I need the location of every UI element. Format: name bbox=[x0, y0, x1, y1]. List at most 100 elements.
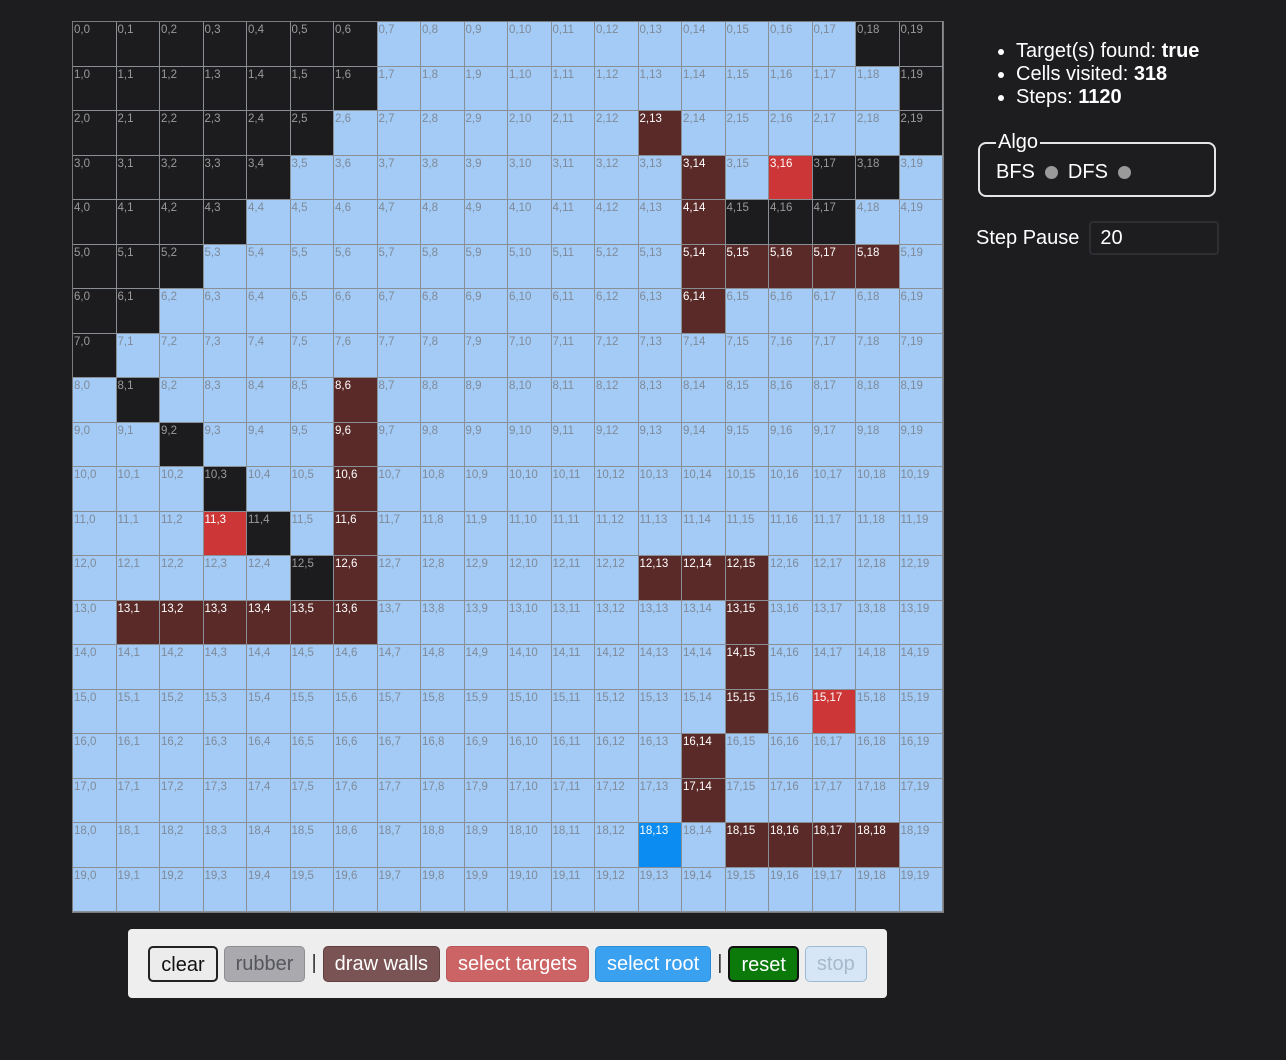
wall-cell[interactable]: 2,2 bbox=[160, 111, 204, 156]
path-cell[interactable]: 5,17 bbox=[812, 244, 856, 289]
grid-cell[interactable]: 4,8 bbox=[421, 200, 465, 245]
grid-cell[interactable]: 12,11 bbox=[551, 556, 595, 601]
grid-cell[interactable]: 14,11 bbox=[551, 645, 595, 690]
path-cell[interactable]: 12,6 bbox=[334, 556, 378, 601]
grid-cell[interactable]: 12,12 bbox=[595, 556, 639, 601]
grid-cell[interactable]: 11,0 bbox=[73, 511, 117, 556]
wall-cell[interactable]: 4,16 bbox=[769, 200, 813, 245]
grid-cell[interactable]: 17,0 bbox=[73, 778, 117, 823]
grid-cell[interactable]: 6,10 bbox=[508, 289, 552, 334]
grid-cell[interactable]: 16,18 bbox=[856, 734, 900, 779]
grid-cell[interactable]: 4,12 bbox=[595, 200, 639, 245]
grid-cell[interactable]: 18,14 bbox=[682, 823, 726, 868]
grid-cell[interactable]: 17,18 bbox=[856, 778, 900, 823]
grid-cell[interactable]: 17,2 bbox=[160, 778, 204, 823]
grid-cell[interactable]: 17,1 bbox=[116, 778, 160, 823]
wall-cell[interactable]: 6,1 bbox=[116, 289, 160, 334]
grid-cell[interactable]: 0,17 bbox=[812, 22, 856, 67]
grid-cell[interactable]: 4,5 bbox=[290, 200, 334, 245]
wall-cell[interactable]: 0,0 bbox=[73, 22, 117, 67]
grid-cell[interactable]: 2,6 bbox=[334, 111, 378, 156]
wall-cell[interactable]: 0,3 bbox=[203, 22, 247, 67]
grid-cell[interactable]: 12,17 bbox=[812, 556, 856, 601]
grid-cell[interactable]: 19,2 bbox=[160, 867, 204, 912]
grid-cell[interactable]: 1,10 bbox=[508, 66, 552, 111]
grid-cell[interactable]: 9,3 bbox=[203, 422, 247, 467]
grid-cell[interactable]: 19,17 bbox=[812, 867, 856, 912]
grid-cell[interactable]: 2,11 bbox=[551, 111, 595, 156]
grid-cell[interactable]: 11,16 bbox=[769, 511, 813, 556]
grid-cell[interactable]: 16,17 bbox=[812, 734, 856, 779]
grid-cell[interactable]: 7,10 bbox=[508, 333, 552, 378]
step-pause-input[interactable] bbox=[1089, 221, 1220, 255]
grid-cell[interactable]: 8,11 bbox=[551, 378, 595, 423]
grid-cell[interactable]: 5,6 bbox=[334, 244, 378, 289]
grid-cell[interactable]: 18,12 bbox=[595, 823, 639, 868]
wall-cell[interactable]: 3,18 bbox=[856, 155, 900, 200]
wall-cell[interactable]: 3,17 bbox=[812, 155, 856, 200]
grid-cell[interactable]: 9,17 bbox=[812, 422, 856, 467]
grid-cell[interactable]: 12,18 bbox=[856, 556, 900, 601]
grid-cell[interactable]: 10,1 bbox=[116, 467, 160, 512]
wall-cell[interactable]: 7,0 bbox=[73, 333, 117, 378]
grid-cell[interactable]: 19,7 bbox=[377, 867, 421, 912]
grid-cell[interactable]: 18,3 bbox=[203, 823, 247, 868]
path-cell[interactable]: 16,14 bbox=[682, 734, 726, 779]
grid-cell[interactable]: 1,12 bbox=[595, 66, 639, 111]
path-cell[interactable]: 18,17 bbox=[812, 823, 856, 868]
grid-cell[interactable]: 16,5 bbox=[290, 734, 334, 779]
grid-cell[interactable]: 18,0 bbox=[73, 823, 117, 868]
grid-cell[interactable]: 16,8 bbox=[421, 734, 465, 779]
grid-cell[interactable]: 6,11 bbox=[551, 289, 595, 334]
grid-cell[interactable]: 19,16 bbox=[769, 867, 813, 912]
grid-cell[interactable]: 7,2 bbox=[160, 333, 204, 378]
grid-cell[interactable]: 16,4 bbox=[247, 734, 291, 779]
grid-cell[interactable]: 14,12 bbox=[595, 645, 639, 690]
grid-cell[interactable]: 11,18 bbox=[856, 511, 900, 556]
path-cell[interactable]: 13,5 bbox=[290, 600, 334, 645]
grid-cell[interactable]: 15,0 bbox=[73, 689, 117, 734]
grid-cell[interactable]: 18,8 bbox=[421, 823, 465, 868]
grid-cell[interactable]: 15,5 bbox=[290, 689, 334, 734]
path-cell[interactable]: 12,15 bbox=[725, 556, 769, 601]
grid-cell[interactable]: 9,10 bbox=[508, 422, 552, 467]
grid-cell[interactable]: 6,18 bbox=[856, 289, 900, 334]
path-cell[interactable]: 8,6 bbox=[334, 378, 378, 423]
wall-cell[interactable]: 3,1 bbox=[116, 155, 160, 200]
grid-cell[interactable]: 8,14 bbox=[682, 378, 726, 423]
grid-cell[interactable]: 10,19 bbox=[899, 467, 943, 512]
grid-cell[interactable]: 4,13 bbox=[638, 200, 682, 245]
grid-cell[interactable]: 2,14 bbox=[682, 111, 726, 156]
grid-cell[interactable]: 1,8 bbox=[421, 66, 465, 111]
wall-cell[interactable]: 1,4 bbox=[247, 66, 291, 111]
grid-cell[interactable]: 17,16 bbox=[769, 778, 813, 823]
grid-cell[interactable]: 12,1 bbox=[116, 556, 160, 601]
grid-cell[interactable]: 18,2 bbox=[160, 823, 204, 868]
grid-cell[interactable]: 17,12 bbox=[595, 778, 639, 823]
grid-cell[interactable]: 16,12 bbox=[595, 734, 639, 779]
wall-cell[interactable]: 3,0 bbox=[73, 155, 117, 200]
grid-cell[interactable]: 17,6 bbox=[334, 778, 378, 823]
wall-cell[interactable]: 6,0 bbox=[73, 289, 117, 334]
grid-cell[interactable]: 18,7 bbox=[377, 823, 421, 868]
wall-cell[interactable]: 1,19 bbox=[899, 66, 943, 111]
grid-cell[interactable]: 11,13 bbox=[638, 511, 682, 556]
grid-cell[interactable]: 9,13 bbox=[638, 422, 682, 467]
grid-cell[interactable]: 6,9 bbox=[464, 289, 508, 334]
grid-cell[interactable]: 10,10 bbox=[508, 467, 552, 512]
grid-cell[interactable]: 9,0 bbox=[73, 422, 117, 467]
grid-cell[interactable]: 10,7 bbox=[377, 467, 421, 512]
grid-cell[interactable]: 8,3 bbox=[203, 378, 247, 423]
grid-cell[interactable]: 8,7 bbox=[377, 378, 421, 423]
grid-cell[interactable]: 14,18 bbox=[856, 645, 900, 690]
grid-cell[interactable]: 7,18 bbox=[856, 333, 900, 378]
grid-cell[interactable]: 8,17 bbox=[812, 378, 856, 423]
path-cell[interactable]: 12,13 bbox=[638, 556, 682, 601]
grid-cell[interactable]: 1,13 bbox=[638, 66, 682, 111]
grid-cell[interactable]: 13,17 bbox=[812, 600, 856, 645]
grid-cell[interactable]: 3,15 bbox=[725, 155, 769, 200]
grid-cell[interactable]: 19,1 bbox=[116, 867, 160, 912]
grid-cell[interactable]: 8,16 bbox=[769, 378, 813, 423]
grid-cell[interactable]: 14,8 bbox=[421, 645, 465, 690]
grid-cell[interactable]: 6,5 bbox=[290, 289, 334, 334]
